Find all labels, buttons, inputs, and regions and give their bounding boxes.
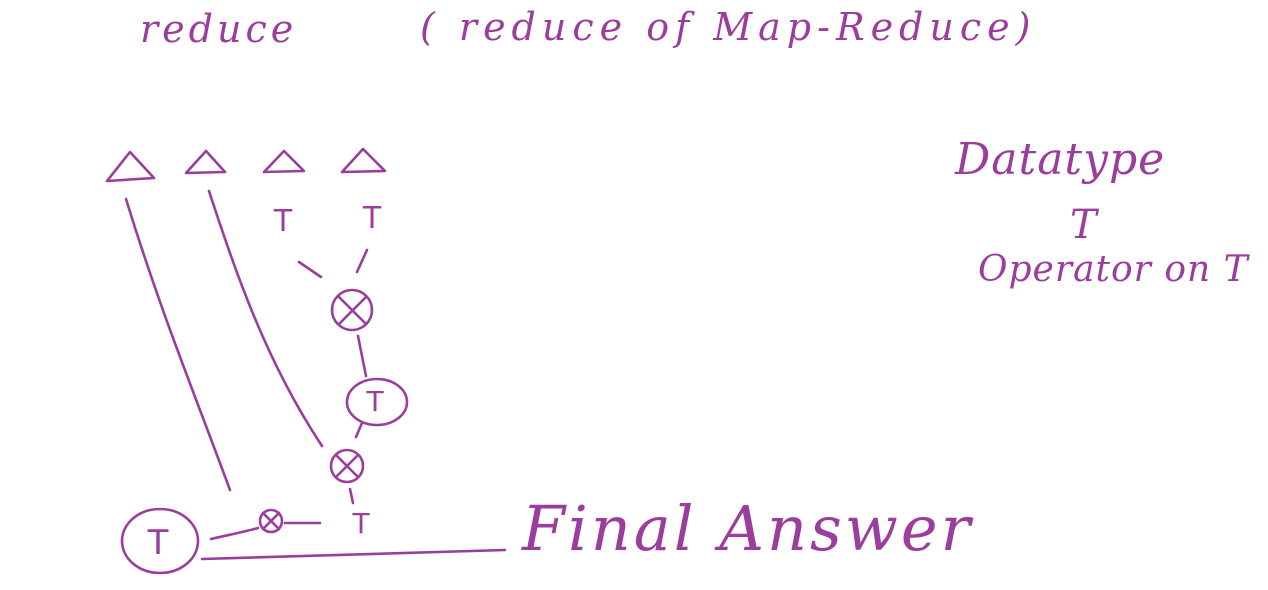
leaf-triangle-3 [262,149,306,174]
title-subtitle: ( reduce of Map-Reduce) [420,5,1037,49]
legend-operator-text: Operator on T [978,249,1249,290]
legend-datatype-heading: Datatype [955,134,1166,185]
connector-result-to-bottom-op [209,526,260,541]
final-answer-line [200,548,507,561]
leaf-triangle-2 [184,149,227,175]
legend-type-symbol: T [1070,202,1097,248]
intermediate-type-label: T [366,385,384,418]
connector-left-t-to-op [297,260,323,279]
pair-type-label-left: T [273,204,293,239]
connector-op-to-intermediate [356,334,368,378]
connector-intermediate-to-lower-op [354,421,364,439]
title-reduce: reduce [140,7,298,51]
connector-leaf1-to-bottom-operator [124,197,232,492]
result-type-label: T [147,523,169,563]
leaf-triangle-4 [340,147,387,174]
connector-lower-op-to-t [348,487,355,505]
final-answer-label: Final Answer [522,492,974,565]
connector-right-t-to-op [355,248,369,274]
connector-leaf2-to-lower-operator [207,189,324,448]
pair-type-label-right: T [362,201,382,236]
lower-type-label: T [352,507,370,540]
leaf-triangle-1 [105,150,156,183]
